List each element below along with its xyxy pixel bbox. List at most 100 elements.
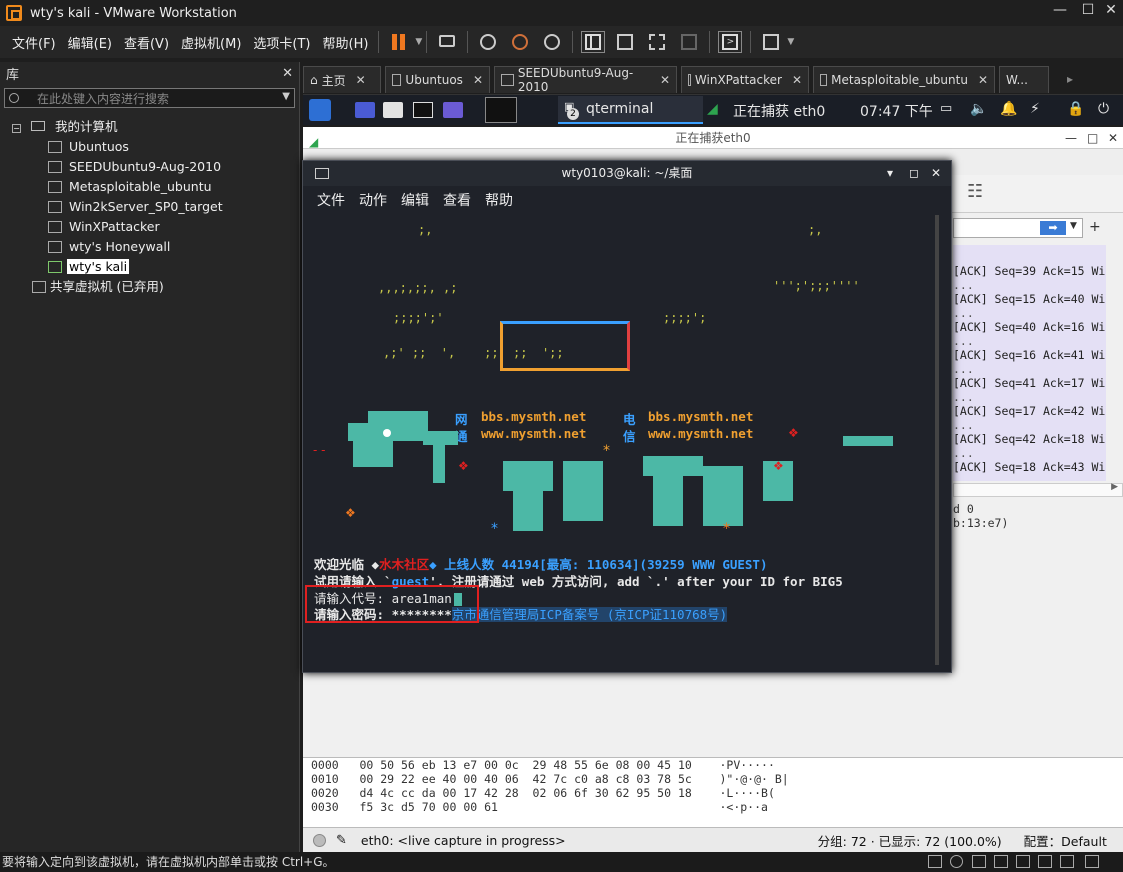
close-icon[interactable]: ✕ [931, 161, 941, 186]
send-ctrl-alt-del-icon[interactable] [436, 32, 458, 52]
packet-detail-line[interactable]: b:13:e7) [953, 516, 1105, 530]
resize-columns-icon[interactable]: ☷ [967, 181, 983, 202]
message-icon[interactable] [1085, 855, 1099, 868]
volume-icon[interactable]: 🔈 [970, 101, 987, 117]
menu-file[interactable]: 文件 [317, 190, 345, 210]
workspace-terminal-icon[interactable] [485, 97, 517, 123]
capture-comment-icon[interactable]: ✎ [336, 833, 347, 848]
close-icon[interactable]: ✕ [356, 73, 366, 87]
tab-metasploitable[interactable]: Metasploitable_ubuntu ✕ [813, 66, 995, 93]
menu-help[interactable]: 帮助 [485, 190, 513, 210]
menu-tabs[interactable]: 选项卡(T) [247, 33, 316, 52]
kali-menu-icon[interactable] [309, 99, 331, 121]
expert-info-icon[interactable] [313, 834, 326, 847]
menu-file[interactable]: 文件(F) [6, 33, 62, 52]
horizontal-scrollbar[interactable]: ▶ [953, 482, 1123, 497]
apply-filter-arrow-icon[interactable]: ➡ [1040, 221, 1066, 235]
desktop-icon[interactable] [355, 102, 375, 118]
maximize-icon[interactable]: ◻ [909, 161, 919, 186]
collapse-icon[interactable]: − [12, 124, 21, 133]
console-view-icon[interactable]: > [718, 31, 743, 53]
status-profile[interactable]: 配置：Default [1024, 831, 1107, 850]
display-filter-input[interactable]: ➡ ▼ [953, 218, 1083, 238]
minimize-icon[interactable]: — [1065, 127, 1077, 149]
tree-item-vm[interactable]: Ubuntuos [48, 138, 129, 156]
tree-item-vm[interactable]: Win2kServer_SP0_target [48, 198, 223, 216]
packet-row[interactable]: [ACK] Seq=41 Ack=17 Wi [953, 376, 1105, 390]
close-icon[interactable]: ✕ [660, 73, 670, 87]
tree-item-vm[interactable]: WinXPattacker [48, 218, 160, 236]
menu-edit[interactable]: 编辑 [401, 190, 429, 210]
thumbnail-bar-icon[interactable] [614, 32, 636, 52]
chevron-down-icon[interactable]: ▼ [415, 37, 422, 47]
stretch-guest-icon[interactable] [760, 32, 782, 52]
power-icon[interactable]: ⏻ [1098, 101, 1109, 117]
taskbar-item-wireshark[interactable]: ◢ 正在捕获 eth0 [705, 96, 850, 124]
packet-row[interactable]: [ACK] Seq=39 Ack=15 Wi [953, 264, 1105, 278]
close-icon[interactable]: ✕ [282, 66, 293, 81]
packet-row[interactable]: [ACK] Seq=16 Ack=41 Wi [953, 348, 1105, 362]
tree-item-vm[interactable]: Metasploitable_ubuntu [48, 178, 212, 196]
packet-bytes-pane[interactable]: 0000 00 50 56 eb 13 e7 00 0c 29 48 55 6e… [303, 757, 1123, 827]
network-adapter-icon[interactable] [972, 855, 986, 868]
minimize-icon[interactable]: ▾ [887, 161, 893, 186]
terminal-scrollbar[interactable] [935, 215, 939, 665]
tree-item-vm-selected[interactable]: wty's kali [48, 258, 130, 276]
close-icon[interactable]: ✕ [1108, 127, 1118, 149]
add-filter-button-icon[interactable]: + [1089, 219, 1101, 235]
tree-item-vm[interactable]: SEEDUbuntu9-Aug-2010 [48, 158, 221, 176]
sound-icon[interactable] [1016, 855, 1030, 868]
pause-icon[interactable] [388, 32, 410, 52]
chevron-right-icon[interactable]: ▸ [1067, 72, 1073, 94]
packet-row[interactable]: [ACK] Seq=17 Ack=42 Wi [953, 404, 1105, 418]
menu-help[interactable]: 帮助(H) [317, 33, 375, 52]
packet-detail-line[interactable]: d 0 [953, 502, 1105, 516]
menu-view[interactable]: 查看 [443, 190, 471, 210]
taskbar-item-qterminal[interactable]: ▣ 2 qterminal [558, 96, 703, 124]
display-icon[interactable]: ▭ [940, 101, 952, 116]
cd-drive-icon[interactable] [950, 855, 963, 868]
menu-action[interactable]: 动作 [359, 190, 387, 210]
menu-vm[interactable]: 虚拟机(M) [175, 33, 247, 52]
tree-item-vm[interactable]: wty's Honeywall [48, 238, 170, 256]
menu-view[interactable]: 查看(V) [118, 33, 175, 52]
minimize-icon[interactable]: — [1045, 2, 1075, 18]
tab-ubuntuos[interactable]: Ubuntuos ✕ [385, 66, 490, 93]
hard-disk-icon[interactable] [928, 855, 942, 868]
tab-winxpattacker[interactable]: WinXPattacker ✕ [681, 66, 809, 93]
maximize-icon[interactable]: □ [1087, 127, 1098, 149]
terminal-icon[interactable] [413, 102, 433, 118]
power-manager-icon[interactable]: ⚡ [1030, 101, 1040, 117]
browser-icon[interactable] [443, 102, 463, 118]
tab-overflow[interactable]: W... [999, 66, 1049, 93]
menu-edit[interactable]: 编辑(E) [62, 33, 118, 52]
unity-icon[interactable] [678, 32, 700, 52]
printer-icon[interactable] [1038, 855, 1052, 868]
snapshot-manager-icon[interactable] [541, 32, 563, 52]
packet-row[interactable]: [ACK] Seq=18 Ack=43 Wi [953, 460, 1105, 474]
tree-item-my-computer[interactable]: − 我的计算机 [12, 118, 117, 136]
close-icon[interactable]: ✕ [1096, 2, 1123, 18]
usb-icon[interactable] [994, 855, 1008, 868]
tab-seedubuntu[interactable]: SEEDUbuntu9-Aug-2010 ✕ [494, 66, 677, 94]
chevron-down-icon[interactable]: ▼ [787, 37, 794, 47]
display-icon[interactable] [1060, 855, 1074, 868]
close-icon[interactable]: ✕ [792, 73, 802, 87]
tree-item-shared-vms[interactable]: 共享虚拟机 (已弃用) [32, 278, 164, 296]
close-icon[interactable]: ✕ [473, 73, 483, 87]
revert-snapshot-icon[interactable] [509, 32, 531, 52]
packet-row[interactable]: [ACK] Seq=40 Ack=16 Wi [953, 320, 1105, 334]
notification-bell-icon[interactable]: 🔔 [1000, 101, 1017, 117]
close-icon[interactable]: ✕ [978, 73, 988, 87]
library-toggle-icon[interactable] [581, 31, 606, 53]
tab-home[interactable]: ⌂ 主页 ✕ [303, 66, 381, 93]
library-search-input[interactable]: 在此处键入内容进行搜索 ▼ [4, 88, 295, 108]
file-manager-icon[interactable] [383, 102, 403, 118]
chevron-down-icon[interactable]: ▼ [282, 91, 290, 102]
fullscreen-icon[interactable] [646, 32, 668, 52]
packet-row[interactable]: [ACK] Seq=42 Ack=18 Wi [953, 432, 1105, 446]
chevron-down-icon[interactable]: ▼ [1070, 221, 1077, 231]
clock[interactable]: 07:47 下午 [860, 101, 933, 121]
snapshot-icon[interactable] [477, 32, 499, 52]
packet-row[interactable]: [ACK] Seq=15 Ack=40 Wi [953, 292, 1105, 306]
